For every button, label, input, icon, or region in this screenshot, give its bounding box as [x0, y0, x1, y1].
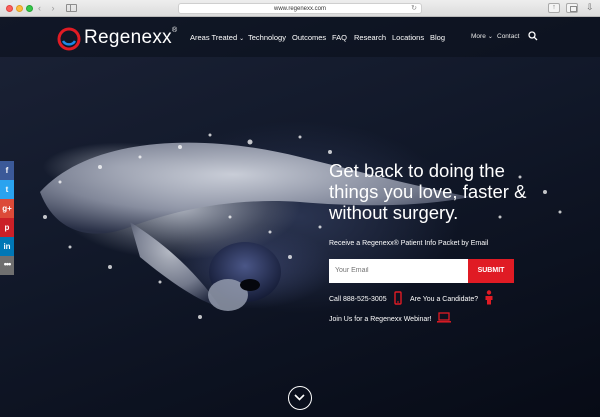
nav-more[interactable]: More ⌄: [471, 33, 493, 40]
call-link[interactable]: Call 888-525-3005: [329, 296, 387, 303]
nav-contact[interactable]: Contact: [497, 33, 519, 40]
reload-icon[interactable]: ↻: [411, 4, 417, 14]
back-forward-icon[interactable]: ‹ ›: [38, 3, 59, 13]
download-icon[interactable]: ⇩: [586, 2, 594, 13]
social-share-bar: f t g+ p in •••: [0, 161, 14, 275]
submit-button[interactable]: SUBMIT: [468, 259, 514, 283]
linkedin-icon[interactable]: in: [0, 237, 14, 256]
more-icon[interactable]: •••: [0, 256, 14, 275]
pinterest-icon[interactable]: p: [0, 218, 14, 237]
nav-research[interactable]: Research: [354, 33, 386, 42]
phone-icon[interactable]: [394, 291, 402, 305]
nav-locations[interactable]: Locations: [392, 33, 424, 42]
chevron-down-icon: ⌄: [487, 34, 493, 40]
nav-faq[interactable]: FAQ: [332, 33, 347, 42]
tabs-icon[interactable]: [566, 3, 578, 13]
person-icon[interactable]: [484, 290, 494, 305]
address-bar[interactable]: www.regenexx.com ↻: [178, 3, 422, 14]
brand-name[interactable]: Regenexx®: [84, 27, 177, 49]
scroll-down-button[interactable]: [288, 386, 312, 410]
laptop-icon[interactable]: [437, 312, 451, 323]
browser-window: ‹ › www.regenexx.com ↻ ↑ ⇩ Regenexx® Are…: [0, 0, 600, 417]
site-header: Regenexx® Areas Treated ⌄ Technology Outc…: [0, 17, 600, 57]
chevron-down-icon: [294, 394, 305, 401]
close-window-button[interactable]: [6, 5, 13, 12]
google-plus-icon[interactable]: g+: [0, 199, 14, 218]
address-text: www.regenexx.com: [273, 6, 327, 12]
email-field[interactable]: [329, 259, 468, 283]
minimize-window-button[interactable]: [16, 5, 23, 12]
webinar-link[interactable]: Join Us for a Regenexx Webinar!: [329, 316, 432, 323]
nav-blog[interactable]: Blog: [430, 33, 445, 42]
search-icon[interactable]: [528, 31, 538, 41]
chevron-down-icon: ⌄: [239, 36, 245, 42]
info-packet-text: Receive a Regenexx® Patient Info Packet …: [329, 240, 489, 247]
twitter-icon[interactable]: t: [0, 180, 14, 199]
nav-areas-treated[interactable]: Areas Treated ⌄: [190, 33, 244, 42]
facebook-icon[interactable]: f: [0, 161, 14, 180]
nav-outcomes[interactable]: Outcomes: [292, 33, 326, 42]
share-icon[interactable]: ↑: [548, 3, 560, 13]
logo-icon[interactable]: [57, 27, 81, 51]
zoom-window-button[interactable]: [26, 5, 33, 12]
nav-technology[interactable]: Technology: [248, 33, 286, 42]
candidate-link[interactable]: Are You a Candidate?: [410, 296, 478, 303]
sidebar-icon[interactable]: [66, 4, 77, 12]
browser-toolbar: ‹ › www.regenexx.com ↻ ↑ ⇩: [0, 0, 600, 17]
hero-headline: Get back to doing the things you love, f…: [329, 160, 527, 223]
